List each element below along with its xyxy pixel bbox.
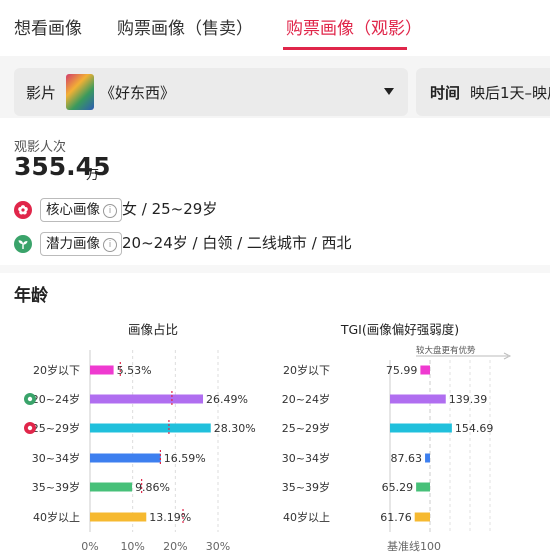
- category-label: 20~24岁: [32, 392, 80, 406]
- category-label: 40岁以上: [283, 510, 330, 524]
- bar: [90, 453, 161, 463]
- movie-selector[interactable]: 影片 《好东西》: [14, 68, 408, 116]
- bar: [390, 394, 446, 404]
- category-label: 20~24岁: [282, 392, 330, 406]
- dropdown-caret-icon[interactable]: [384, 88, 394, 95]
- chart-title: TGI(画像偏好强弱度): [340, 322, 459, 337]
- data-label: 13.19%: [149, 511, 191, 524]
- data-label: 5.53%: [117, 364, 152, 377]
- time-filter-label: 时间: [430, 84, 461, 102]
- bar: [390, 423, 452, 433]
- icon-center: [27, 396, 33, 402]
- movie-filter-label: 影片: [26, 84, 57, 102]
- viewers-count-unit: 万: [86, 168, 100, 183]
- flower-icon: [14, 201, 32, 219]
- category-label: 25~29岁: [32, 421, 80, 435]
- info-icon[interactable]: i: [103, 204, 117, 218]
- section-divider: [0, 265, 550, 273]
- age-distribution-charts: 画像占比 20岁以下 5.53% 20~24岁 26.49% 25~29岁 28.30% 30…: [24, 322, 512, 553]
- potential-profile-tag-label: 潜力画像: [46, 236, 100, 252]
- data-label: 9.86%: [135, 481, 170, 494]
- data-label: 28.30%: [214, 422, 256, 435]
- bar: [90, 423, 211, 433]
- x-tick-label: 10%: [120, 540, 144, 553]
- data-label: 87.63: [391, 452, 423, 465]
- bar: [416, 482, 430, 492]
- category-label: 20岁以下: [283, 363, 330, 377]
- time-selector[interactable]: 时间 映后1天–映后: [416, 68, 550, 116]
- category-label: 35~39岁: [282, 480, 330, 494]
- bar: [425, 453, 430, 463]
- bar: [90, 482, 133, 492]
- data-label: 61.76: [380, 511, 412, 524]
- bar: [420, 365, 430, 375]
- tab-want-to-see[interactable]: 想看画像: [14, 14, 82, 39]
- x-tick-label: 0%: [81, 540, 98, 553]
- category-label: 30~34岁: [282, 451, 330, 465]
- category-label: 30~34岁: [32, 451, 80, 465]
- bar: [90, 394, 204, 404]
- data-label: 75.99: [386, 364, 418, 377]
- info-icon[interactable]: i: [103, 238, 117, 252]
- tab-ticket-viewing-profile[interactable]: 购票画像（观影）: [286, 14, 422, 39]
- data-label: 65.29: [382, 481, 414, 494]
- data-label: 16.59%: [164, 452, 206, 465]
- x-tick-label: 30%: [206, 540, 230, 553]
- time-filter-value: 映后1天–映后: [470, 84, 550, 102]
- potential-profile-tag[interactable]: 潜力画像 i: [40, 232, 122, 256]
- core-profile-tag-label: 核心画像: [46, 202, 100, 218]
- core-profile-tag[interactable]: 核心画像 i: [40, 198, 122, 222]
- baseline-label: 基准线100: [387, 539, 441, 553]
- data-label: 154.69: [455, 422, 494, 435]
- tab-ticket-sales-profile[interactable]: 购票画像（售卖）: [117, 14, 253, 39]
- tab-bar: 想看画像 购票画像（售卖） 购票画像（观影）: [0, 0, 550, 56]
- movie-name: 《好东西》: [100, 84, 176, 102]
- bar: [414, 512, 430, 522]
- category-label: 35~39岁: [32, 480, 80, 494]
- category-label: 20岁以下: [33, 363, 80, 377]
- x-tick-label: 20%: [163, 540, 187, 553]
- chart-title: 画像占比: [128, 322, 178, 337]
- active-tab-indicator: [283, 47, 407, 50]
- section-title-age: 年龄: [14, 286, 48, 306]
- chart-subtitle: 较大盘更有优势: [416, 345, 476, 356]
- sprout-icon: [14, 235, 32, 253]
- icon-center: [27, 425, 33, 431]
- core-profile-value: 女 / 25~29岁: [122, 200, 218, 218]
- movie-poster-thumbnail: [66, 74, 94, 110]
- potential-profile-value: 20~24岁 / 白领 / 二线城市 / 西北: [122, 234, 352, 252]
- category-label: 25~29岁: [282, 421, 330, 435]
- data-label: 139.39: [449, 393, 488, 406]
- bar: [90, 365, 114, 375]
- bar: [90, 512, 147, 522]
- data-label: 26.49%: [206, 393, 248, 406]
- category-label: 40岁以上: [33, 510, 80, 524]
